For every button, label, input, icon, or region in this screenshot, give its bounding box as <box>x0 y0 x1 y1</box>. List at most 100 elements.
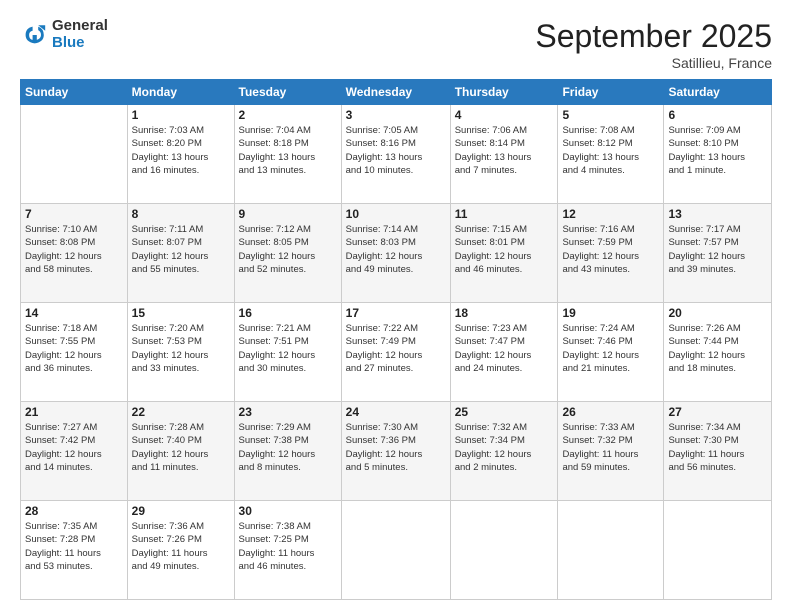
day-info: Sunrise: 7:33 AM Sunset: 7:32 PM Dayligh… <box>562 421 659 474</box>
day-number: 13 <box>668 207 767 221</box>
day-number: 29 <box>132 504 230 518</box>
day-number: 3 <box>346 108 446 122</box>
day-number: 7 <box>25 207 123 221</box>
day-info: Sunrise: 7:06 AM Sunset: 8:14 PM Dayligh… <box>455 124 554 177</box>
day-number: 26 <box>562 405 659 419</box>
calendar-cell: 15 Sunrise: 7:20 AM Sunset: 7:53 PM Dayli… <box>127 303 234 402</box>
day-number: 30 <box>239 504 337 518</box>
calendar-cell: 19 Sunrise: 7:24 AM Sunset: 7:46 PM Dayli… <box>558 303 664 402</box>
day-info: Sunrise: 7:29 AM Sunset: 7:38 PM Dayligh… <box>239 421 337 474</box>
calendar-header-sunday: Sunday <box>21 80 128 105</box>
day-info: Sunrise: 7:32 AM Sunset: 7:34 PM Dayligh… <box>455 421 554 474</box>
day-info: Sunrise: 7:03 AM Sunset: 8:20 PM Dayligh… <box>132 124 230 177</box>
calendar-cell: 24 Sunrise: 7:30 AM Sunset: 7:36 PM Dayli… <box>341 402 450 501</box>
day-number: 11 <box>455 207 554 221</box>
day-info: Sunrise: 7:24 AM Sunset: 7:46 PM Dayligh… <box>562 322 659 375</box>
day-number: 2 <box>239 108 337 122</box>
day-number: 17 <box>346 306 446 320</box>
header: General Blue September 2025 Satillieu, F… <box>20 18 772 71</box>
day-number: 19 <box>562 306 659 320</box>
calendar-cell <box>664 501 772 600</box>
calendar-cell: 28Sunrise: 7:35 AM Sunset: 7:28 PM Dayli… <box>21 501 128 600</box>
day-info: Sunrise: 7:23 AM Sunset: 7:47 PM Dayligh… <box>455 322 554 375</box>
calendar-cell: 5 Sunrise: 7:08 AM Sunset: 8:12 PM Daylig… <box>558 105 664 204</box>
calendar-cell: 18 Sunrise: 7:23 AM Sunset: 7:47 PM Dayli… <box>450 303 558 402</box>
calendar-cell: 27 Sunrise: 7:34 AM Sunset: 7:30 PM Dayli… <box>664 402 772 501</box>
day-info: Sunrise: 7:12 AM Sunset: 8:05 PM Dayligh… <box>239 223 337 276</box>
calendar-header-row: SundayMondayTuesdayWednesdayThursdayFrid… <box>21 80 772 105</box>
calendar-header-saturday: Saturday <box>664 80 772 105</box>
month-title: September 2025 <box>535 18 772 55</box>
calendar-cell: 3 Sunrise: 7:05 AM Sunset: 8:16 PM Daylig… <box>341 105 450 204</box>
calendar-cell <box>341 501 450 600</box>
day-number: 21 <box>25 405 123 419</box>
day-info: Sunrise: 7:05 AM Sunset: 8:16 PM Dayligh… <box>346 124 446 177</box>
day-info: Sunrise: 7:17 AM Sunset: 7:57 PM Dayligh… <box>668 223 767 276</box>
calendar-cell: 10Sunrise: 7:14 AM Sunset: 8:03 PM Dayli… <box>341 204 450 303</box>
logo-text: General Blue <box>52 18 108 51</box>
day-info: Sunrise: 7:34 AM Sunset: 7:30 PM Dayligh… <box>668 421 767 474</box>
calendar-header-friday: Friday <box>558 80 664 105</box>
day-info: Sunrise: 7:22 AM Sunset: 7:49 PM Dayligh… <box>346 322 446 375</box>
day-number: 22 <box>132 405 230 419</box>
day-number: 18 <box>455 306 554 320</box>
calendar-cell: 29Sunrise: 7:36 AM Sunset: 7:26 PM Dayli… <box>127 501 234 600</box>
calendar-cell: 14Sunrise: 7:18 AM Sunset: 7:55 PM Dayli… <box>21 303 128 402</box>
day-number: 8 <box>132 207 230 221</box>
day-number: 25 <box>455 405 554 419</box>
day-number: 1 <box>132 108 230 122</box>
day-number: 9 <box>239 207 337 221</box>
day-info: Sunrise: 7:20 AM Sunset: 7:53 PM Dayligh… <box>132 322 230 375</box>
calendar-cell: 26 Sunrise: 7:33 AM Sunset: 7:32 PM Dayli… <box>558 402 664 501</box>
logo-general-text: General <box>52 18 108 35</box>
calendar-cell: 6 Sunrise: 7:09 AM Sunset: 8:10 PM Daylig… <box>664 105 772 204</box>
calendar-cell: 17 Sunrise: 7:22 AM Sunset: 7:49 PM Dayli… <box>341 303 450 402</box>
day-number: 24 <box>346 405 446 419</box>
calendar-header-wednesday: Wednesday <box>341 80 450 105</box>
day-number: 6 <box>668 108 767 122</box>
calendar-cell: 16 Sunrise: 7:21 AM Sunset: 7:51 PM Dayli… <box>234 303 341 402</box>
calendar-cell: 30 Sunrise: 7:38 AM Sunset: 7:25 PM Dayli… <box>234 501 341 600</box>
day-info: Sunrise: 7:15 AM Sunset: 8:01 PM Dayligh… <box>455 223 554 276</box>
day-info: Sunrise: 7:09 AM Sunset: 8:10 PM Dayligh… <box>668 124 767 177</box>
day-info: Sunrise: 7:10 AM Sunset: 8:08 PM Dayligh… <box>25 223 123 276</box>
calendar-cell <box>450 501 558 600</box>
calendar-cell: 4 Sunrise: 7:06 AM Sunset: 8:14 PM Daylig… <box>450 105 558 204</box>
calendar-cell <box>21 105 128 204</box>
calendar-week-row: 21 Sunrise: 7:27 AM Sunset: 7:42 PM Dayli… <box>21 402 772 501</box>
calendar-header-tuesday: Tuesday <box>234 80 341 105</box>
day-info: Sunrise: 7:27 AM Sunset: 7:42 PM Dayligh… <box>25 421 123 474</box>
day-info: Sunrise: 7:04 AM Sunset: 8:18 PM Dayligh… <box>239 124 337 177</box>
calendar-cell: 20Sunrise: 7:26 AM Sunset: 7:44 PM Dayli… <box>664 303 772 402</box>
day-number: 28 <box>25 504 123 518</box>
logo-blue-text: Blue <box>52 35 108 52</box>
day-info: Sunrise: 7:38 AM Sunset: 7:25 PM Dayligh… <box>239 520 337 573</box>
location: Satillieu, France <box>535 55 772 71</box>
calendar-cell: 9 Sunrise: 7:12 AM Sunset: 8:05 PM Daylig… <box>234 204 341 303</box>
day-number: 4 <box>455 108 554 122</box>
day-info: Sunrise: 7:30 AM Sunset: 7:36 PM Dayligh… <box>346 421 446 474</box>
calendar-cell: 23 Sunrise: 7:29 AM Sunset: 7:38 PM Dayli… <box>234 402 341 501</box>
day-info: Sunrise: 7:08 AM Sunset: 8:12 PM Dayligh… <box>562 124 659 177</box>
day-number: 5 <box>562 108 659 122</box>
calendar-table: SundayMondayTuesdayWednesdayThursdayFrid… <box>20 79 772 600</box>
day-number: 16 <box>239 306 337 320</box>
calendar-cell: 2 Sunrise: 7:04 AM Sunset: 8:18 PM Daylig… <box>234 105 341 204</box>
day-number: 15 <box>132 306 230 320</box>
day-number: 27 <box>668 405 767 419</box>
logo-icon <box>20 21 48 49</box>
day-number: 23 <box>239 405 337 419</box>
calendar-week-row: 7 Sunrise: 7:10 AM Sunset: 8:08 PM Daylig… <box>21 204 772 303</box>
calendar-week-row: 14Sunrise: 7:18 AM Sunset: 7:55 PM Dayli… <box>21 303 772 402</box>
calendar-header-monday: Monday <box>127 80 234 105</box>
calendar-cell: 13 Sunrise: 7:17 AM Sunset: 7:57 PM Dayli… <box>664 204 772 303</box>
day-info: Sunrise: 7:21 AM Sunset: 7:51 PM Dayligh… <box>239 322 337 375</box>
calendar-cell: 7 Sunrise: 7:10 AM Sunset: 8:08 PM Daylig… <box>21 204 128 303</box>
day-number: 12 <box>562 207 659 221</box>
day-info: Sunrise: 7:16 AM Sunset: 7:59 PM Dayligh… <box>562 223 659 276</box>
day-number: 14 <box>25 306 123 320</box>
day-info: Sunrise: 7:28 AM Sunset: 7:40 PM Dayligh… <box>132 421 230 474</box>
calendar-cell <box>558 501 664 600</box>
calendar-cell: 21 Sunrise: 7:27 AM Sunset: 7:42 PM Dayli… <box>21 402 128 501</box>
logo: General Blue <box>20 18 108 51</box>
